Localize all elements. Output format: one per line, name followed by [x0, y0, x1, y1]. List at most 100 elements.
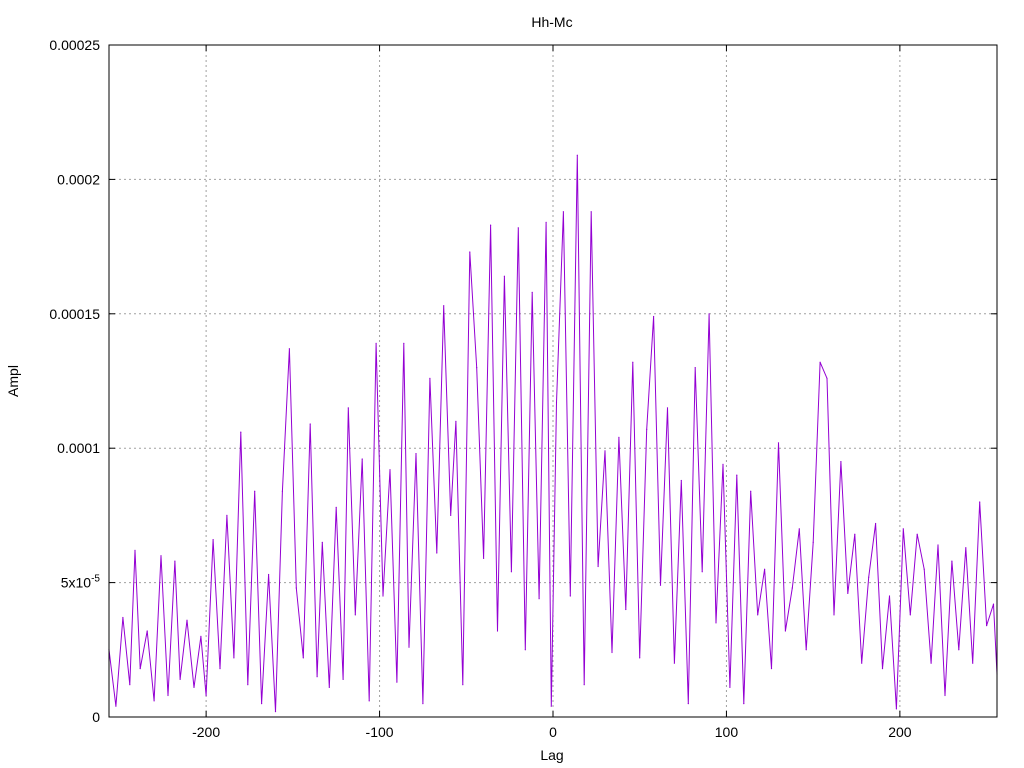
- data-point: [743, 703, 745, 705]
- data-point: [576, 154, 578, 156]
- data-point: [583, 684, 585, 686]
- data-point: [951, 560, 953, 562]
- data-point: [701, 571, 703, 573]
- data-point: [992, 603, 995, 605]
- data-point: [524, 649, 526, 651]
- data-point: [186, 619, 188, 621]
- data-point: [302, 657, 304, 659]
- data-point: [875, 522, 877, 525]
- data-point: [694, 367, 696, 369]
- data-point: [680, 479, 682, 482]
- data-point: [736, 474, 738, 476]
- data-point: [750, 490, 752, 492]
- data-point: [708, 313, 710, 315]
- data-point: [888, 595, 891, 597]
- y-axis-title: Ampl: [5, 365, 21, 397]
- data-point: [354, 614, 356, 616]
- data-point: [757, 614, 759, 616]
- data-point: [881, 668, 884, 670]
- data-point: [868, 576, 870, 578]
- data-point: [937, 544, 939, 546]
- x-tick-label: 100: [715, 724, 739, 740]
- data-point: [240, 431, 242, 433]
- y-tick-label-text: 0.0001: [57, 440, 100, 456]
- data-point: [361, 458, 363, 460]
- data-point: [986, 625, 988, 627]
- data-point: [146, 630, 148, 632]
- data-point: [861, 662, 863, 664]
- data-point: [930, 662, 932, 664]
- data-point: [791, 587, 793, 589]
- data-point: [632, 361, 634, 363]
- y-tick-label: 5x10-5: [61, 574, 101, 591]
- series-line: [108, 155, 998, 712]
- data-point: [777, 442, 780, 444]
- data-point: [389, 469, 391, 471]
- data-point: [854, 533, 856, 535]
- data-point: [653, 315, 655, 318]
- data-point: [618, 436, 620, 438]
- data-point: [909, 614, 911, 616]
- data-point: [415, 453, 417, 455]
- y-tick-label: 0.0001: [57, 440, 100, 456]
- data-point: [673, 662, 676, 664]
- data-point: [784, 630, 787, 632]
- x-tick-label: -200: [192, 724, 220, 740]
- data-point: [826, 377, 828, 379]
- data-point: [545, 221, 547, 223]
- data-point: [722, 463, 724, 465]
- data-point: [496, 630, 499, 632]
- data-point: [812, 541, 814, 543]
- data-point: [247, 684, 249, 686]
- data-point: [309, 423, 311, 425]
- data-point: [611, 651, 613, 654]
- data-point: [115, 705, 117, 707]
- y-tick-label-text: 0.0002: [57, 171, 100, 187]
- data-point: [833, 614, 835, 616]
- data-point: [625, 608, 627, 611]
- data-point: [153, 700, 155, 702]
- data-point: [562, 211, 565, 213]
- data-point: [295, 587, 297, 589]
- data-point: [923, 568, 925, 570]
- data-point: [139, 668, 141, 670]
- data-point: [455, 420, 457, 422]
- data-point: [403, 342, 405, 344]
- data-point: [958, 649, 960, 651]
- data-point: [288, 348, 290, 350]
- chart: -200 -100 0 100 200 0 5x10-5 0.0001 0.00015 0.000…: [5, 14, 998, 763]
- data-point: [167, 694, 169, 697]
- data-point: [226, 514, 228, 517]
- y-tick-label-exponent: -5: [91, 574, 100, 585]
- data-point: [510, 571, 512, 573]
- data-point: [436, 552, 438, 554]
- data-point: [517, 227, 519, 229]
- x-tick-label: -100: [366, 724, 394, 740]
- data-point: [219, 668, 221, 670]
- data-point: [281, 490, 283, 492]
- data-point: [408, 646, 410, 648]
- data-point: [347, 407, 349, 409]
- data-point: [396, 681, 398, 683]
- data-point: [342, 678, 344, 681]
- data-point: [965, 547, 967, 549]
- data-point: [490, 224, 492, 226]
- data-point: [274, 711, 277, 713]
- data-point: [375, 342, 377, 344]
- data-point: [847, 592, 849, 595]
- data-point: [134, 549, 136, 551]
- x-tick-label: 200: [888, 724, 912, 740]
- y-tick-label-text: 0.00025: [49, 37, 100, 53]
- data-point: [840, 461, 842, 463]
- data-point: [443, 305, 445, 307]
- y-tick-label-text: 0.00015: [49, 306, 100, 322]
- data-point: [944, 694, 946, 697]
- data-point: [450, 514, 452, 517]
- data-point: [715, 622, 717, 624]
- data-point: [666, 407, 669, 409]
- data-point: [233, 657, 235, 659]
- data-point: [212, 539, 214, 541]
- y-tick-label: 0: [92, 709, 100, 725]
- y-tick-label: 0.00025: [49, 37, 100, 53]
- data-point: [972, 662, 974, 664]
